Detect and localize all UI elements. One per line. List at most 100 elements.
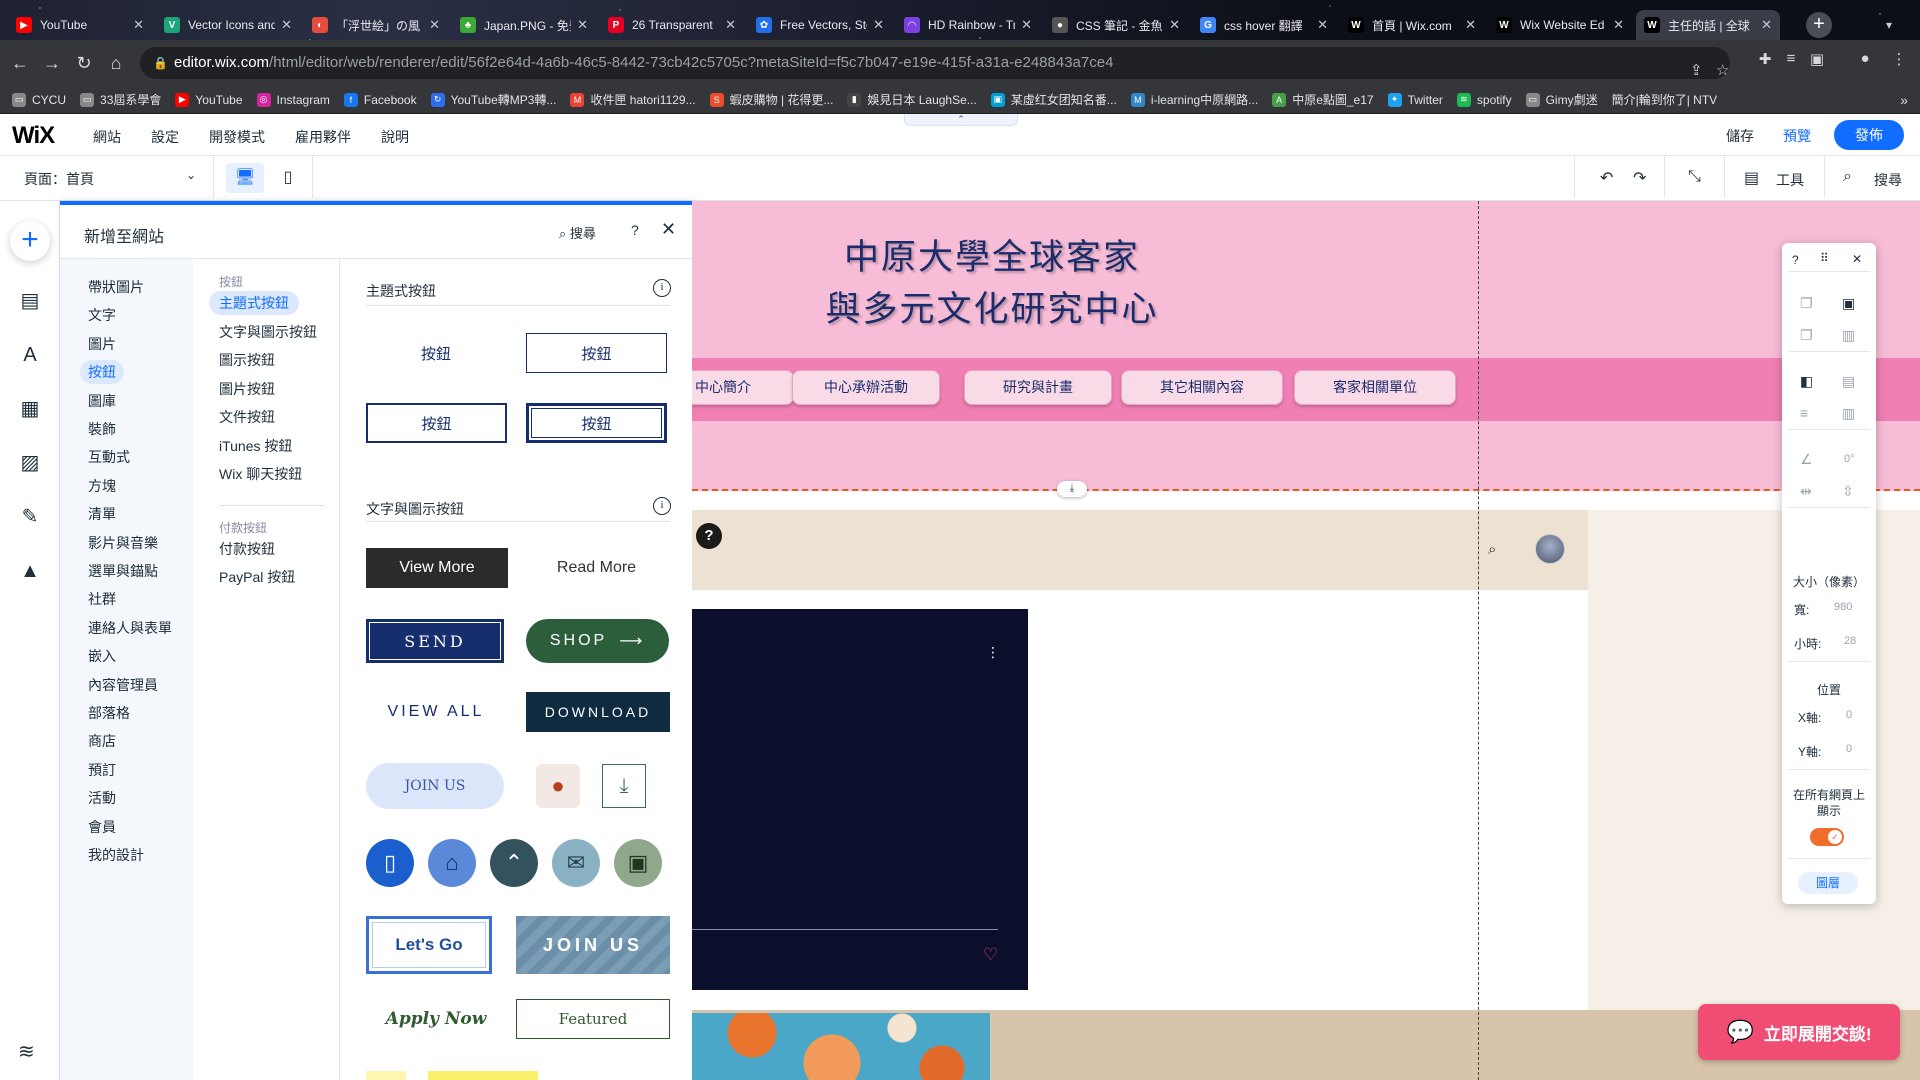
preview-button[interactable]: 預覽 [1783, 126, 1811, 146]
tab-close-icon[interactable]: ✕ [1169, 17, 1180, 33]
zoom-out-icon[interactable]: ⤡ [1688, 168, 1701, 186]
bookmark-item[interactable]: ▭ CYCU [12, 92, 66, 107]
subcategory-item[interactable]: PayPal 按鈕 [219, 565, 295, 589]
download-button-sample[interactable]: DOWNLOAD [526, 692, 670, 732]
category-item[interactable]: 影片與音樂 [86, 531, 160, 555]
undo-icon[interactable]: ↶ [1600, 168, 1613, 188]
extensions-icon[interactable]: ✚ [1754, 50, 1776, 72]
show-all-pages-toggle[interactable]: ✓ [1810, 828, 1844, 846]
subcategory-item[interactable]: 圖示按鈕 [219, 348, 275, 372]
bookmark-item[interactable]: M 收件匣 hatori1129... [570, 91, 696, 108]
drag-handle-icon[interactable]: ⠿ [1820, 251, 1829, 265]
page-selector[interactable]: 頁面：首頁 [24, 169, 94, 189]
category-item[interactable]: 文字 [86, 303, 118, 327]
tab-close-icon[interactable]: ✕ [133, 17, 144, 33]
bookmark-item[interactable]: ▣ 某虛红女团知名番... [990, 91, 1117, 108]
browser-tab[interactable]: Gcss hover 翻譯 ✕ [1192, 10, 1336, 40]
category-item[interactable]: 互動式 [86, 445, 132, 469]
nav-item-other[interactable]: 其它相關內容 [1121, 370, 1283, 405]
category-item[interactable]: 帶狀圖片 [86, 275, 146, 299]
browser-tab[interactable]: W 首頁 | Wix.com ✕ [1340, 10, 1484, 40]
info-icon[interactable]: i [653, 497, 671, 515]
subcategory-item[interactable]: iTunes 按鈕 [219, 434, 292, 458]
flip-vertical-icon[interactable]: ⇳ [1842, 483, 1854, 500]
menu-dev-mode[interactable]: 開發模式 [209, 127, 265, 147]
arrange-icon[interactable]: ◧ [1800, 373, 1813, 390]
tab-close-icon[interactable]: ✕ [1465, 17, 1476, 33]
copy-icon[interactable]: ❐ [1800, 295, 1813, 312]
help-icon[interactable]: ? [631, 222, 639, 238]
join-us-pill-sample[interactable]: JOIN US [366, 763, 504, 809]
search-icon[interactable]: ⌕ [1843, 168, 1852, 186]
category-item[interactable]: 圖片 [86, 332, 118, 356]
close-icon[interactable]: ✕ [661, 219, 676, 240]
menu-site[interactable]: 網站 [93, 127, 121, 147]
chevron-up-icon[interactable]: ⌃ [490, 839, 538, 887]
category-item[interactable]: 預訂 [86, 758, 118, 782]
theme-button-plain[interactable]: 按鈕 [366, 333, 506, 373]
browser-tab[interactable]: ◐ 「浮世絵」の風 ✕ [304, 10, 448, 40]
nav-item-hakka-units[interactable]: 客家相關單位 [1294, 370, 1456, 405]
forward-icon[interactable]: → [40, 51, 64, 75]
media-control-icon[interactable]: ≡ [1780, 50, 1802, 72]
nav-item-research[interactable]: 研究與計畫 [964, 370, 1112, 405]
bookmark-item[interactable]: ✦ Twitter [1387, 92, 1443, 107]
category-item[interactable]: 方塊 [86, 474, 118, 498]
search-button[interactable]: 搜尋 [1874, 170, 1902, 190]
document-icon[interactable]: ▯ [366, 839, 414, 887]
align-icon[interactable]: ▤ [1842, 373, 1855, 390]
tab-close-icon[interactable]: ✕ [1613, 17, 1624, 33]
design-icon[interactable]: A [18, 343, 42, 367]
duplicate-icon[interactable]: ❐ [1800, 327, 1813, 344]
tools-icon[interactable]: ▤ [1744, 168, 1759, 188]
bookmark-item[interactable]: ▮ 娛見日本 LaughSe... [847, 91, 977, 108]
editor-canvas[interactable]: 中原大學全球客家 與多元文化研究中心 中心簡介 中心承辦活動 研究與計畫 其它相… [692, 201, 1920, 1080]
location-pin-icon[interactable]: ● [536, 764, 580, 808]
browser-menu-icon[interactable]: ⋮ [1888, 50, 1910, 72]
category-item[interactable]: 圖庫 [86, 389, 118, 413]
download-icon[interactable]: ⤓ [602, 764, 646, 808]
tab-close-icon[interactable]: ✕ [1021, 17, 1032, 33]
apply-now-button-sample[interactable]: Apply Now [366, 999, 506, 1039]
site-title-line1[interactable]: 中原大學全球客家 [842, 229, 1142, 280]
view-more-button-sample[interactable]: View More [366, 548, 508, 588]
subcategory-item[interactable]: 主題式按鈕 [209, 291, 299, 315]
category-item[interactable]: 社群 [86, 587, 118, 611]
collapse-topbar-icon[interactable]: ⌃ [904, 114, 1018, 126]
heart-icon[interactable]: ♡ [983, 945, 998, 965]
nav-item-about[interactable]: 中心簡介 [692, 370, 794, 405]
stretch-handle-icon[interactable]: ⤓ [1057, 481, 1087, 497]
category-item[interactable]: 我的設計 [86, 843, 146, 867]
mobile-view-button[interactable]: ▯ [278, 163, 298, 193]
share-icon[interactable]: ⇪ [1690, 55, 1703, 87]
subcategory-item[interactable]: 文件按鈕 [219, 405, 275, 429]
bookmark-item[interactable]: S 蝦皮購物 | 花得更... [709, 91, 833, 108]
category-item[interactable]: 裝飾 [86, 417, 118, 441]
send-button-sample[interactable]: SEND [366, 619, 504, 663]
back-icon[interactable]: ← [8, 51, 32, 75]
browser-tab[interactable]: ◠ HD Rainbow - Tr ✕ [896, 10, 1040, 40]
browser-tab[interactable]: ▶ YouTube ✕ [8, 10, 152, 40]
subcategory-item[interactable]: Wix 聊天按鈕 [219, 462, 302, 486]
shop-button-sample[interactable]: SHOP ⟶ [526, 619, 669, 663]
tab-close-icon[interactable]: ✕ [1761, 17, 1772, 33]
browser-tab[interactable]: ✿ Free Vectors, Sto ✕ [748, 10, 892, 40]
bookmark-item[interactable]: ▭ 33屆系學會 [80, 91, 161, 108]
browser-tab[interactable]: ♣ Japan.PNG - 免費 ✕ [452, 10, 596, 40]
bookmark-item[interactable]: ≋ spotify [1456, 92, 1512, 107]
desktop-view-button[interactable]: 🖥 [226, 163, 264, 193]
site-title-line2[interactable]: 與多元文化研究中心 [802, 281, 1182, 332]
new-tab-button[interactable]: + [1806, 12, 1832, 38]
view-all-button-sample[interactable]: VIEW ALL [366, 692, 506, 732]
flower-image[interactable] [692, 1013, 990, 1080]
profile-avatar[interactable]: ● [1854, 50, 1876, 72]
redo-icon[interactable]: ↷ [1633, 168, 1646, 188]
tab-close-icon[interactable]: ✕ [725, 17, 736, 33]
media-icon[interactable]: ▨ [18, 451, 42, 475]
bookmark-item[interactable]: ↻ YouTube轉MP3轉... [430, 91, 556, 108]
blog-post-card[interactable]: ⋮ ♡ [692, 609, 1028, 990]
avatar[interactable] [1535, 534, 1565, 564]
apps-icon[interactable]: ▦ [18, 397, 42, 421]
angle-value[interactable]: 0° [1844, 453, 1855, 465]
join-us-leaf-button-sample[interactable]: JOIN US [516, 916, 670, 974]
